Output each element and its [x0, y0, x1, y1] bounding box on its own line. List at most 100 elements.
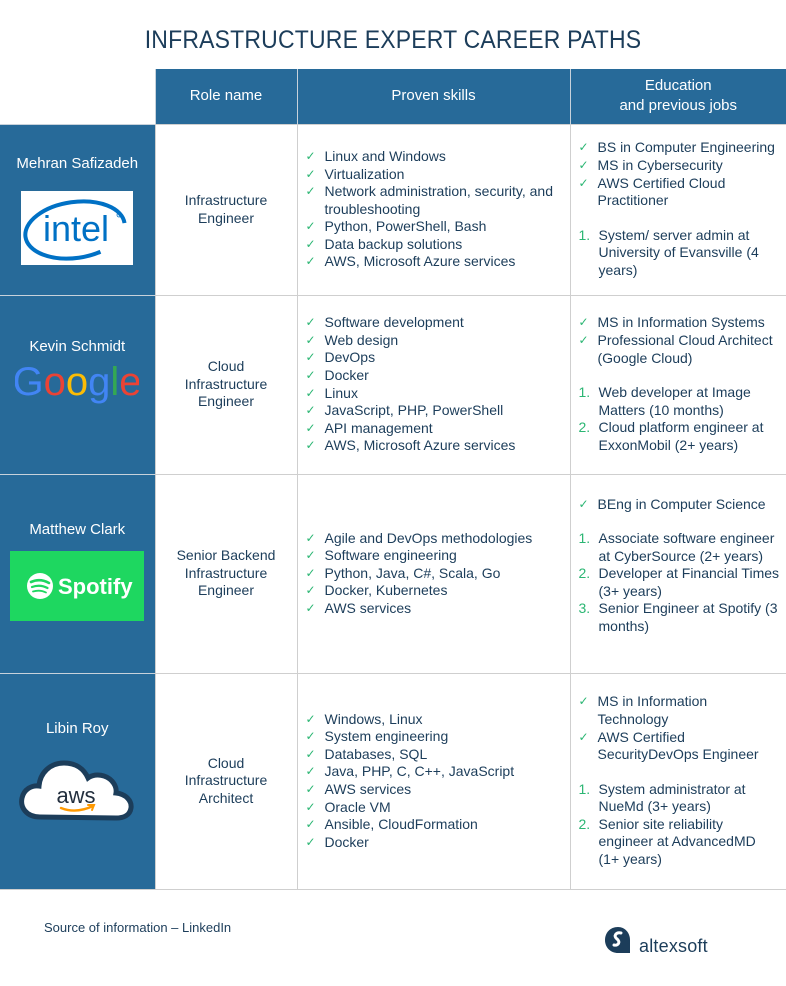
intel-logo-text: intel	[43, 208, 109, 249]
check-icon: ✓	[578, 496, 589, 511]
education-cell: ✓ MS in Information Systems ✓ Professional…	[569, 294, 786, 474]
skills-list: ✓ Agile and DevOps methodologies ✓ Softwar…	[305, 530, 564, 618]
check-icon: ✓	[305, 148, 316, 163]
check-icon: ✓	[305, 184, 316, 199]
check-icon: ✓	[305, 166, 316, 181]
skill-item: ✓ JavaScript, PHP, PowerShell	[305, 402, 504, 419]
table-row: Kevin Schmidt Google Cloud Infrastructur…	[0, 294, 786, 474]
role-line: Engineer	[197, 393, 255, 410]
person-cell: Kevin Schmidt Google	[0, 294, 155, 474]
table-row: Matthew Clark Spotify Senior Backend Inf…	[0, 473, 786, 673]
skill-item: ✓ Software development	[305, 314, 464, 331]
jobs-list: 1. Web developer at Image Matters (10 mon…	[578, 384, 781, 454]
skill-item: ✓ DevOps	[305, 349, 376, 366]
role-line: Architect	[198, 789, 254, 806]
role-cell: Senior Backend Infrastructure Engineer	[154, 473, 297, 673]
job-item: 1. Associate software engineer at CyberSo…	[578, 530, 775, 564]
job-number: 1.	[578, 780, 591, 797]
skill-item: ✓ System engineering	[305, 728, 449, 745]
brand-name: altexsoft	[639, 936, 708, 956]
skills-list: ✓ Windows, Linux ✓ System engineering ✓ Dat…	[305, 711, 564, 852]
career-paths-table: Role name Proven skills Education and pr…	[0, 69, 786, 890]
check-icon: ✓	[305, 729, 316, 744]
skill-item: ✓ API management	[305, 419, 433, 436]
google-logo: Google	[15, 361, 139, 404]
header-education-line2: and previous jobs	[619, 97, 738, 115]
education-item: ✓ Professional Cloud Architect (Google Cl…	[578, 332, 773, 366]
check-icon: ✓	[305, 420, 316, 435]
role-cell: Infrastructure Engineer	[154, 123, 297, 295]
education-list: ✓ MS in Information Technology ✓ AWS Certi…	[578, 693, 781, 763]
skill-item: ✓ Python, PowerShell, Bash	[305, 218, 487, 235]
check-icon: ✓	[578, 315, 589, 330]
check-icon: ✓	[305, 315, 316, 330]
check-icon: ✓	[578, 140, 589, 155]
spotify-logo: Spotify	[10, 551, 145, 622]
check-icon: ✓	[305, 583, 316, 598]
check-icon: ✓	[305, 530, 316, 545]
skill-item: ✓ Docker, Kubernetes	[305, 582, 448, 599]
check-icon: ✓	[578, 729, 589, 744]
check-icon: ✓	[305, 746, 316, 761]
check-icon: ✓	[305, 600, 316, 615]
skills-cell: ✓ Linux and Windows ✓ Virtualization ✓ Netw…	[296, 123, 570, 295]
check-icon: ✓	[305, 782, 316, 796]
job-item: 1. System administrator at NueMd (3+ year…	[578, 780, 746, 815]
skill-item: ✓ Docker	[305, 833, 369, 850]
skills-cell: ✓ Software development ✓ Web design ✓ DevOp…	[296, 294, 570, 474]
role-line: Cloud	[207, 754, 245, 771]
svg-text:Google: Google	[15, 361, 139, 404]
check-icon: ✓	[305, 565, 316, 580]
check-icon: ✓	[578, 694, 589, 709]
check-icon: ✓	[305, 367, 316, 382]
page-title: INFRASTRUCTURE EXPERT CAREER PATHS	[144, 26, 642, 54]
skill-item: ✓ Data backup solutions	[305, 235, 463, 252]
check-icon: ✓	[305, 438, 316, 453]
job-item: 3. Senior Engineer at Spotify (3 months)	[578, 600, 778, 635]
education-cell: ✓ BEng in Computer Science 1. Associate so…	[569, 473, 786, 673]
check-icon: ✓	[305, 350, 316, 365]
education-item: ✓ MS in Cybersecurity	[578, 157, 723, 174]
person-name: Mehran Safizadeh	[16, 154, 139, 172]
table-row: Mehran Safizadeh intel Infrastructure En…	[0, 123, 786, 295]
altexsoft-logo-icon	[605, 927, 630, 953]
education-cell: ✓ MS in Information Technology ✓ AWS Certi…	[569, 672, 786, 890]
job-number: 3.	[578, 600, 591, 617]
table-header-row: Role name Proven skills Education and pr…	[0, 69, 786, 124]
role-line: Senior Backend	[176, 547, 276, 564]
header-education-line1: Education	[644, 77, 712, 95]
education-list: ✓ BEng in Computer Science	[578, 496, 781, 514]
check-icon: ✓	[578, 175, 589, 190]
person-name: Matthew Clark	[29, 520, 126, 538]
skill-item: ✓ Software engineering	[305, 547, 457, 564]
check-icon: ✓	[305, 403, 316, 418]
skill-item: ✓ Linux and Windows	[305, 147, 446, 164]
skill-item: ✓ Databases, SQL	[305, 745, 428, 762]
person-cell: Libin Roy aws	[0, 672, 155, 890]
skill-item: ✓ AWS services	[305, 599, 412, 616]
person-cell: Mehran Safizadeh intel	[0, 123, 155, 295]
skill-item: ✓ Oracle VM	[305, 798, 391, 815]
table-row: Libin Roy aws Cloud Infrastructure Archi…	[0, 672, 786, 890]
skill-item: ✓ Web design	[305, 331, 399, 348]
skill-item: ✓ Windows, Linux	[305, 710, 423, 727]
skill-item: ✓ Java, PHP, C, C++, JavaScript	[305, 763, 515, 780]
skills-list: ✓ Linux and Windows ✓ Virtualization ✓ Netw…	[305, 148, 564, 271]
check-icon: ✓	[305, 764, 316, 779]
skill-item: ✓ Virtualization	[305, 165, 405, 182]
check-icon: ✓	[578, 333, 589, 348]
role-line: Cloud	[207, 358, 245, 375]
role-cell: Cloud Infrastructure Engineer	[154, 294, 297, 474]
skill-item: ✓ AWS services	[305, 781, 412, 797]
person-name: Kevin Schmidt	[29, 337, 126, 355]
job-number: 2.	[578, 419, 591, 436]
aws-logo: aws	[19, 760, 134, 821]
job-number: 1.	[578, 226, 591, 243]
person-name: Libin Roy	[45, 719, 109, 737]
skill-item: ✓ Ansible, CloudFormation	[305, 816, 478, 833]
job-item: 1. System/ server admin at University of …	[578, 226, 759, 278]
skill-item: ✓ AWS, Microsoft Azure services	[305, 253, 516, 270]
check-icon: ✓	[305, 711, 316, 726]
job-number: 2.	[578, 815, 591, 832]
education-cell: ✓ BS in Computer Engineering ✓ MS in Cyber…	[569, 123, 786, 295]
